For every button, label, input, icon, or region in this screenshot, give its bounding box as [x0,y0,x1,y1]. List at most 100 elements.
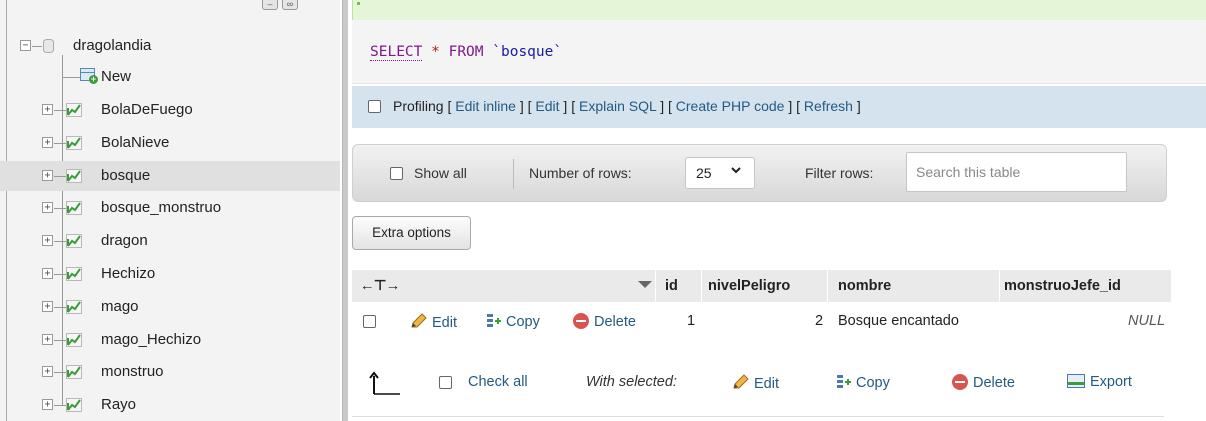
tree-db-label[interactable]: dragolandia [73,37,151,54]
chevron-down-icon [730,164,742,179]
link-icon[interactable]: ∞ [282,0,298,10]
bulk-delete-button[interactable]: Delete [952,374,1015,391]
tree-table-label[interactable]: Hechizo [101,265,155,282]
table-icon[interactable] [66,398,82,413]
pencil-icon [411,313,427,328]
sort-triangle-icon[interactable] [638,281,652,288]
tree-table-label[interactable]: dragon [101,232,148,249]
create-php-code-link[interactable]: Create PHP code [676,98,785,114]
row-checkbox[interactable] [363,315,376,328]
expand-icon[interactable]: + [42,268,53,279]
expand-icon[interactable]: + [42,300,53,312]
table-icon[interactable] [66,201,82,216]
export-icon [1067,374,1085,388]
tree-table-row[interactable]: + Rayo [0,390,340,420]
tree-table-label[interactable]: bosque [101,167,150,184]
bulk-export-button[interactable]: Export [1067,374,1132,390]
navigation-panel: – ∞ − dragolandia + New + BolaDeFuego + Bol… [0,0,340,421]
expand-icon[interactable]: + [42,333,53,345]
copy-icon [487,314,501,327]
bulk-copy-button[interactable]: Copy [836,374,890,391]
expand-icon[interactable]: + [42,169,53,181]
row-copy-button[interactable]: Copy [486,313,540,330]
show-all-label[interactable]: Show all [414,165,467,181]
cell-monstruojefe-id[interactable]: NULL [1128,313,1165,329]
expand-icon[interactable]: + [42,136,53,148]
tree-table-row[interactable]: + mago [0,292,340,322]
extra-options-button[interactable]: Extra options [352,216,471,250]
tree-table-label[interactable]: monstruo [101,363,164,380]
tree-table-row[interactable]: + dragon [0,226,340,256]
tree-table-row[interactable]: + monstruo [0,357,340,387]
rows-per-page-value: 25 [696,165,712,181]
new-table-icon: + [80,68,98,84]
tree-table-row[interactable]: + bosque_monstruo [0,193,340,223]
th-id[interactable]: id [656,270,702,302]
explain-sql-link[interactable]: Explain SQL [579,98,656,114]
expand-icon[interactable]: + [42,104,53,115]
rows-per-page-select[interactable]: 25 [685,157,755,189]
check-all-label[interactable]: Check all [468,374,528,390]
expand-icon[interactable]: + [42,399,53,411]
th-nombre[interactable]: nombre [828,270,1000,302]
expand-icon[interactable]: + [42,202,53,214]
delete-icon [952,374,968,390]
copy-icon [837,375,851,388]
table-icon[interactable] [66,267,82,281]
sql-table-name: `bosque` [492,44,563,60]
profiling-checkbox[interactable] [368,100,381,113]
tree-new-row[interactable]: + New [0,62,340,92]
th-monstruojefe-id[interactable]: monstruoJefe_id [1000,270,1172,302]
success-message-bar [352,0,1206,20]
tree-table-row[interactable]: + mago_Hechizo [0,325,340,355]
check-all-checkbox[interactable] [439,376,452,389]
bulk-edit-button[interactable]: Edit [732,374,779,392]
show-all-checkbox[interactable] [390,167,403,180]
table-icon[interactable] [66,234,82,249]
collapse-all-icon[interactable]: – [262,0,278,10]
tree-table-label[interactable]: Rayo [101,396,136,413]
refresh-link[interactable]: Refresh [804,98,853,114]
row-delete-button[interactable]: Delete [573,313,636,330]
expand-icon[interactable]: + [42,235,53,247]
row-edit-button[interactable]: Edit [410,313,457,331]
table-row: Edit Copy Delete 1 2 Bosque encantado NU… [352,302,1172,342]
tree-table-label[interactable]: mago_Hechizo [101,331,201,348]
column-resize-arrows-icon[interactable]: ←⊤→ [360,278,400,294]
profiling-label: Profiling [393,98,444,114]
cell-id[interactable]: 1 [687,313,695,329]
tree-table-row[interactable]: + BolaNieve [0,128,340,158]
sql-query[interactable]: SELECT * FROM `bosque` [370,44,563,61]
tree-table-row[interactable]: + BolaDeFuego [0,95,340,125]
filter-rows-input[interactable]: Search this table [906,152,1127,192]
table-icon[interactable] [66,332,82,347]
sql-from-keyword: FROM [448,44,484,60]
edit-inline-link[interactable]: Edit inline [455,98,516,114]
results-table-header: ←⊤→ id nivelPeligro nombre monstruoJefe_… [352,270,1172,302]
with-selected-label: With selected: [586,374,677,390]
table-icon[interactable] [66,365,82,380]
profiling-bar: Profiling [ Edit inline ] [ Edit ] [ Exp… [352,86,1206,128]
cell-nivelpeligro[interactable]: 2 [815,313,823,329]
tree-table-row[interactable]: + bosque [0,160,340,191]
tree-new-label[interactable]: New [101,68,131,85]
expand-icon[interactable]: + [42,366,53,378]
table-icon[interactable] [66,299,82,314]
collapse-icon[interactable]: − [20,40,31,51]
nav-resizer[interactable] [340,0,352,421]
tree-db-row[interactable]: − dragolandia [0,31,340,61]
tree-table-label[interactable]: mago [101,298,139,315]
database-icon [43,39,54,53]
tree-table-label[interactable]: BolaNieve [101,134,169,151]
table-icon[interactable] [66,103,82,117]
cell-nombre[interactable]: Bosque encantado [838,313,959,329]
sql-select-keyword[interactable]: SELECT [370,44,423,61]
tree-table-label[interactable]: bosque_monstruo [101,199,221,216]
tree-table-label[interactable]: BolaDeFuego [101,101,193,118]
table-icon[interactable] [66,135,82,150]
tree-table-row[interactable]: + Hechizo [0,259,340,289]
edit-link[interactable]: Edit [535,98,559,114]
th-nivelpeligro[interactable]: nivelPeligro [702,270,828,302]
table-icon[interactable] [66,168,82,183]
filter-rows-label: Filter rows: [805,165,874,181]
